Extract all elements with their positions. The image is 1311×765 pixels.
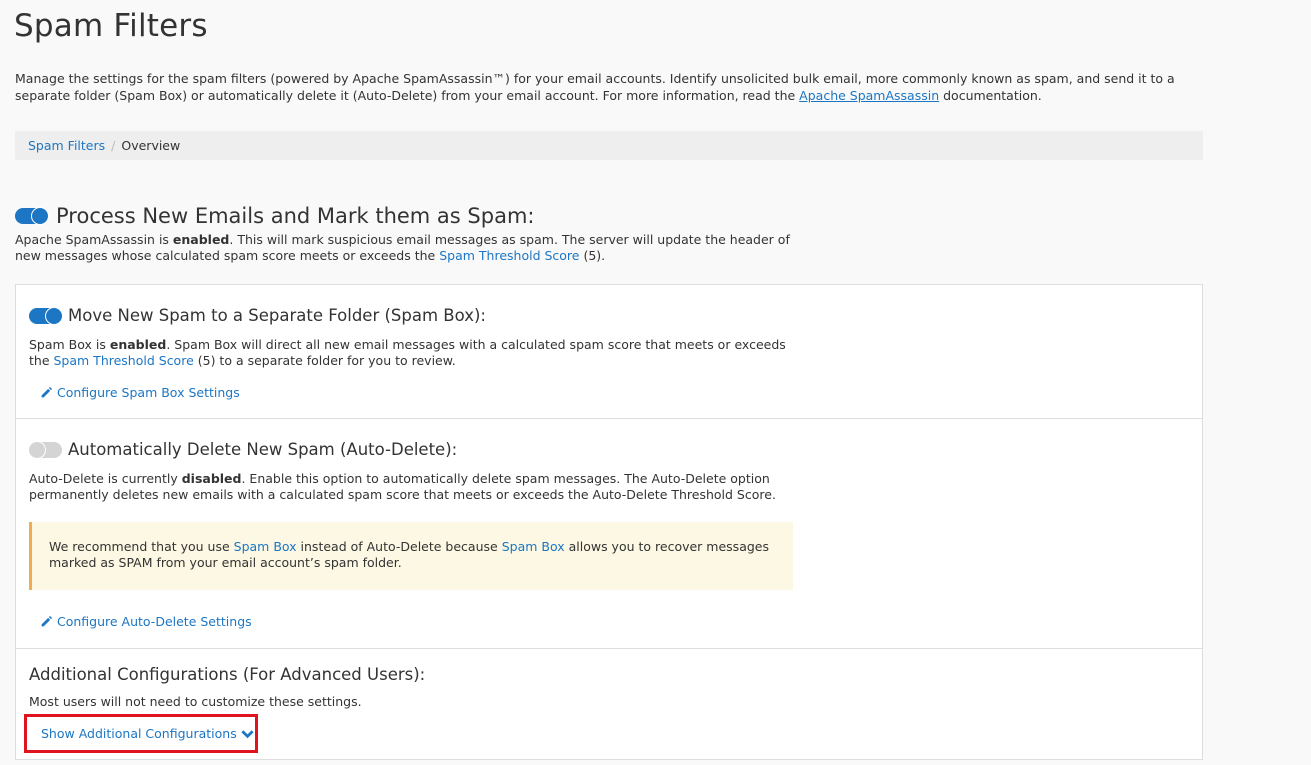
spam-box-desc: Spam Box is enabled. Spam Box will direc… bbox=[29, 337, 786, 368]
page-title: Spam Filters bbox=[14, 8, 208, 44]
breadcrumb-current: Overview bbox=[121, 138, 181, 153]
auto-delete-title: Automatically Delete New Spam (Auto-Dele… bbox=[68, 440, 458, 459]
auto-delete-desc: Auto-Delete is currently disabled. Enabl… bbox=[29, 471, 776, 502]
process-emails-header: Process New Emails and Mark them as Spam… bbox=[15, 204, 534, 228]
advanced-desc: Most users will not need to customize th… bbox=[29, 694, 362, 709]
spam-threshold-link[interactable]: Spam Threshold Score bbox=[439, 248, 579, 263]
breadcrumb-spam-filters[interactable]: Spam Filters bbox=[28, 138, 105, 153]
advanced-title: Additional Configurations (For Advanced … bbox=[29, 665, 426, 684]
configure-spam-box-link[interactable]: Configure Spam Box Settings bbox=[40, 385, 240, 400]
auto-delete-section: Automatically Delete New Spam (Auto-Dele… bbox=[16, 419, 1202, 649]
breadcrumb-separator: / bbox=[111, 138, 116, 153]
configure-auto-delete-link[interactable]: Configure Auto-Delete Settings bbox=[40, 614, 252, 629]
process-emails-toggle[interactable] bbox=[15, 207, 49, 225]
spam-box-section: Move New Spam to a Separate Folder (Spam… bbox=[16, 285, 1202, 419]
process-emails-title: Process New Emails and Mark them as Spam… bbox=[56, 204, 535, 228]
auto-delete-toggle[interactable] bbox=[28, 440, 62, 459]
spam-box-title: Move New Spam to a Separate Folder (Spam… bbox=[68, 306, 486, 325]
breadcrumb: Spam Filters / Overview bbox=[15, 131, 1203, 160]
spam-box-threshold-link[interactable]: Spam Threshold Score bbox=[54, 353, 194, 368]
spam-box-toggle[interactable] bbox=[29, 306, 63, 325]
chevron-down-icon bbox=[241, 729, 254, 738]
intro-text: Manage the settings for the spam filters… bbox=[15, 71, 1175, 103]
configure-spam-box-label: Configure Spam Box Settings bbox=[57, 385, 240, 400]
configure-auto-delete-label: Configure Auto-Delete Settings bbox=[57, 614, 252, 629]
show-additional-configurations-button[interactable]: Show Additional Configurations bbox=[24, 714, 258, 753]
pencil-icon bbox=[41, 386, 53, 398]
spam-box-recommendation-alert: We recommend that you use Spam Box inste… bbox=[29, 522, 793, 590]
pencil-icon bbox=[41, 615, 53, 627]
spam-settings-panel: Move New Spam to a Separate Folder (Spam… bbox=[15, 284, 1203, 760]
alert-spam-box-link-2[interactable]: Spam Box bbox=[502, 539, 565, 554]
show-additional-configurations-label: Show Additional Configurations bbox=[41, 726, 237, 741]
process-emails-desc: Apache SpamAssassin is enabled. This wil… bbox=[15, 232, 790, 263]
alert-spam-box-link-1[interactable]: Spam Box bbox=[234, 539, 297, 554]
apache-spamassassin-doc-link[interactable]: Apache SpamAssassin bbox=[799, 88, 939, 103]
